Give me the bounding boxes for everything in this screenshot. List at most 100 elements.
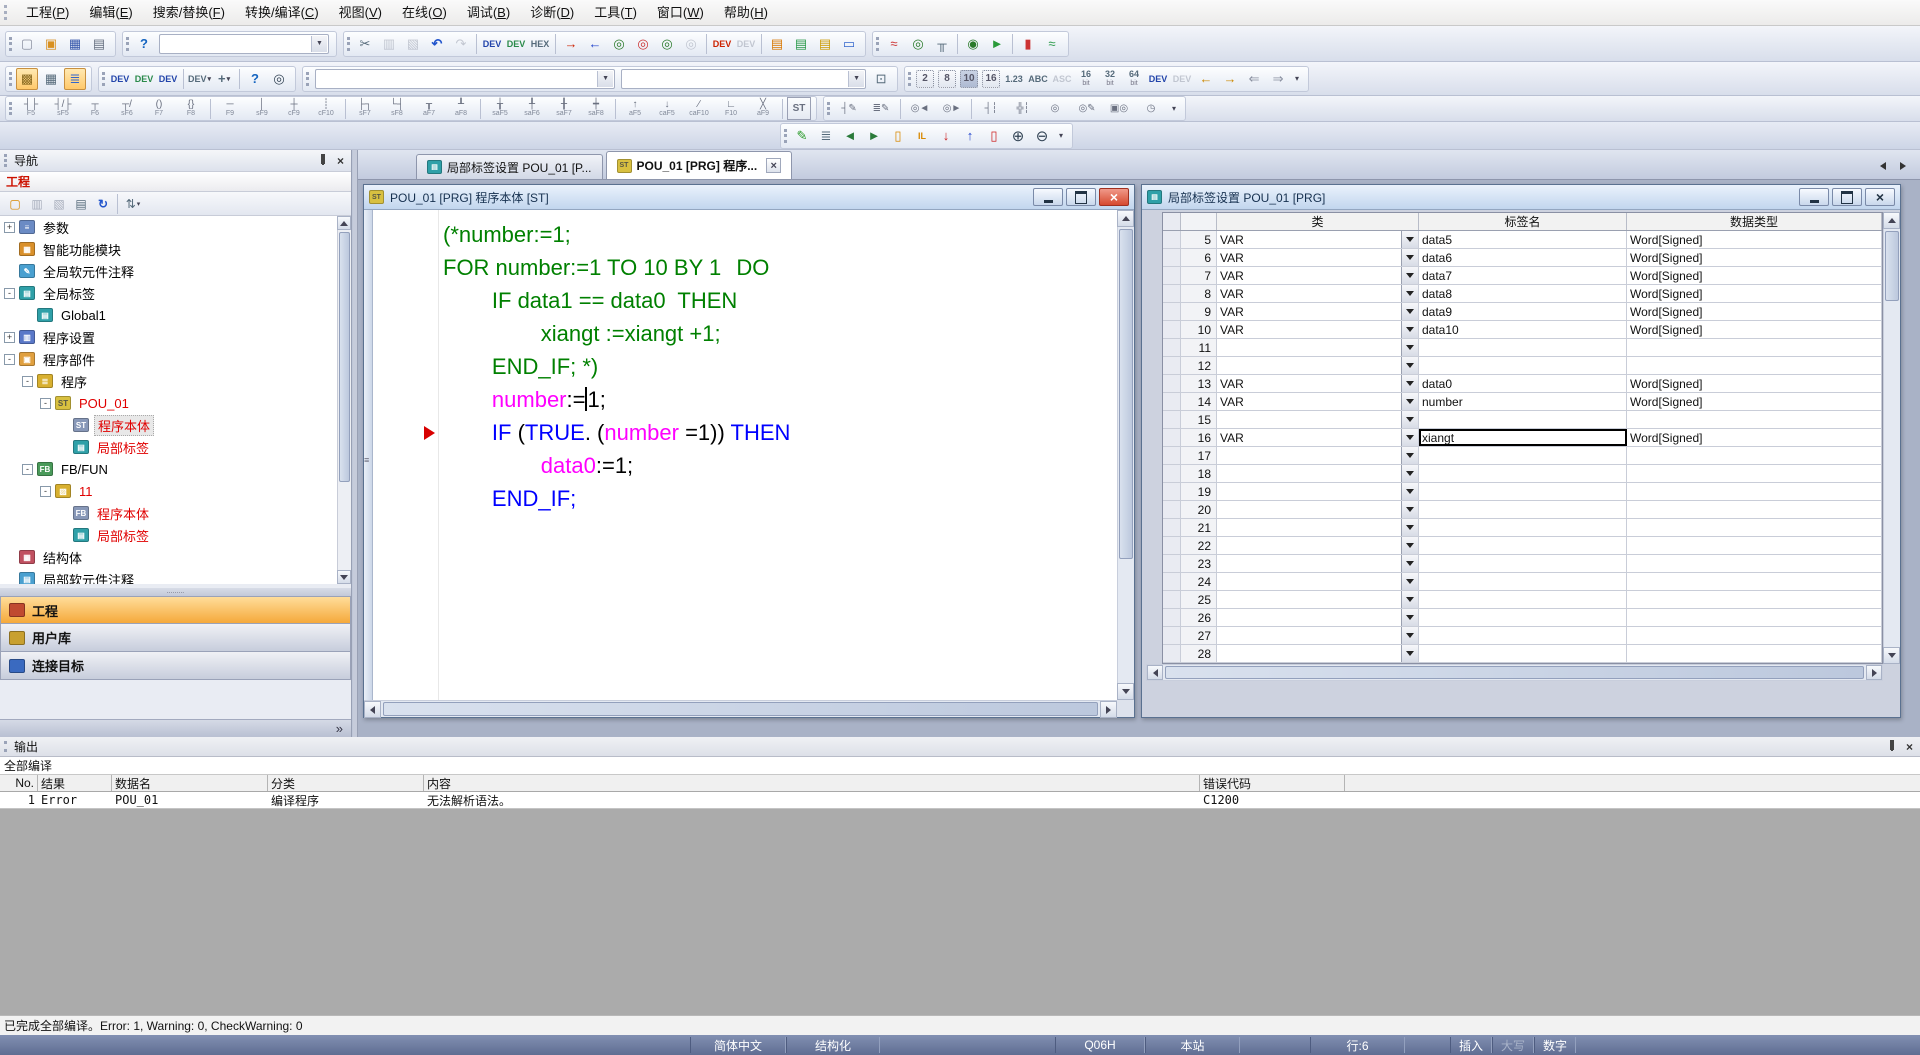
hexadecimal-display-icon[interactable]: 16 — [982, 70, 1000, 88]
class-cell[interactable]: VAR — [1217, 267, 1419, 284]
row-selector-cell[interactable] — [1163, 411, 1181, 428]
class-cell[interactable]: VAR — [1217, 429, 1419, 446]
label-name-cell[interactable]: data10 — [1419, 321, 1627, 338]
save-project-icon[interactable]: ▦ — [64, 33, 86, 55]
class-dropdown-icon[interactable] — [1401, 357, 1418, 374]
toolbar-options-icon[interactable]: ▾ — [1291, 68, 1303, 90]
tree-item[interactable]: ▤ Global1 — [0, 304, 338, 326]
quick-access-combo[interactable] — [159, 34, 329, 54]
data-type-cell[interactable]: Word[Signed] — [1627, 429, 1882, 446]
label-name-cell[interactable] — [1419, 555, 1627, 572]
row-number-cell[interactable]: 23 — [1181, 555, 1217, 572]
data-type-cell[interactable] — [1627, 609, 1882, 626]
class-dropdown-icon[interactable] — [1401, 447, 1418, 464]
tab-scroll-right-icon[interactable] — [1896, 159, 1910, 173]
device-off-icon[interactable]: DEV — [735, 33, 757, 55]
editor-vertical-scrollbar[interactable] — [1117, 210, 1134, 700]
row-selector-cell[interactable] — [1163, 573, 1181, 590]
label-name-cell[interactable] — [1419, 591, 1627, 608]
class-dropdown-icon[interactable] — [1401, 429, 1418, 446]
tree-item[interactable]: - ▤ 全局标签 — [0, 282, 338, 304]
st-code-area[interactable]: (*number:=1;FOR number:=1 TO 10 BY 1 DO … — [440, 210, 1117, 700]
menu-item[interactable]: 编辑(E) — [79, 2, 142, 24]
zoom-execute-icon[interactable]: ◉ — [962, 33, 984, 55]
tree-item[interactable]: + ▥ 程序设置 — [0, 326, 338, 348]
row-number-cell[interactable]: 27 — [1181, 627, 1217, 644]
tree-expander[interactable]: - — [40, 486, 51, 497]
data-type-cell[interactable]: Word[Signed] — [1627, 375, 1882, 392]
class-cell[interactable]: VAR — [1217, 285, 1419, 302]
data-type-cell[interactable]: Word[Signed] — [1627, 267, 1882, 284]
data-type-cell[interactable] — [1627, 573, 1882, 590]
navigation-window-toggle-icon[interactable]: ▩ — [16, 68, 38, 90]
class-dropdown-icon[interactable] — [1401, 375, 1418, 392]
data-type-cell[interactable]: Word[Signed] — [1627, 303, 1882, 320]
more-views-button[interactable]: » — [0, 719, 351, 737]
data-type-cell[interactable] — [1627, 357, 1882, 374]
st-inline-box-icon[interactable]: ST — [787, 97, 811, 120]
data-type-cell[interactable] — [1627, 411, 1882, 428]
read-from-plc-icon[interactable]: ← — [584, 33, 606, 55]
row-number-cell[interactable]: 14 — [1181, 393, 1217, 410]
pin-icon[interactable] — [315, 154, 330, 168]
write-to-plc-icon[interactable]: → — [560, 33, 582, 55]
check-waveform-icon[interactable]: ≈ — [1041, 33, 1063, 55]
paste-icon[interactable]: ▧ — [402, 33, 424, 55]
paste-data-icon[interactable]: ▧ — [49, 194, 69, 214]
scroll-right-icon[interactable] — [1100, 701, 1117, 718]
row-selector-cell[interactable] — [1163, 357, 1181, 374]
class-cell[interactable] — [1217, 645, 1419, 662]
label-name-cell[interactable] — [1419, 447, 1627, 464]
row-selector-cell[interactable] — [1163, 465, 1181, 482]
ascii-display-icon[interactable]: ASC — [1051, 68, 1073, 90]
class-dropdown-icon[interactable] — [1401, 393, 1418, 410]
view-selector-button[interactable]: 连接目标 — [0, 652, 351, 680]
refresh-document-icon[interactable]: ▤ — [790, 33, 812, 55]
data-type-cell[interactable] — [1627, 627, 1882, 644]
scroll-left-icon[interactable] — [364, 701, 381, 718]
tree-item[interactable]: ▦ 智能功能模块 — [0, 238, 338, 260]
label-name-cell[interactable] — [1419, 627, 1627, 644]
class-dropdown-icon[interactable] — [1401, 285, 1418, 302]
pulse-trace-icon[interactable]: ╥ — [931, 33, 953, 55]
label-name-cell[interactable] — [1419, 519, 1627, 536]
row-selector-cell[interactable] — [1163, 321, 1181, 338]
menu-item[interactable]: 工具(T) — [584, 2, 647, 24]
decimal-display-icon[interactable]: 10 — [960, 70, 978, 88]
find-next-window-icon[interactable]: ► — [863, 125, 885, 147]
row-selector-cell[interactable] — [1163, 303, 1181, 320]
print-icon[interactable]: ▤ — [88, 33, 110, 55]
class-column-header[interactable]: 类 — [1217, 213, 1419, 230]
copy-data-icon[interactable]: ▥ — [27, 194, 47, 214]
scroll-right-icon[interactable] — [1866, 665, 1882, 680]
module-configuration-icon[interactable]: ▦ — [40, 68, 62, 90]
label-name-cell[interactable] — [1419, 357, 1627, 374]
class-cell[interactable] — [1217, 609, 1419, 626]
pulse-close-contact-icon[interactable]: └┤sF8 — [382, 97, 412, 120]
close-icon[interactable] — [1099, 188, 1129, 206]
data-type-column-header[interactable]: 数据类型 — [1627, 213, 1882, 230]
data-type-cell[interactable] — [1627, 465, 1882, 482]
tree-item[interactable]: ✎ 全局软元件注释 — [0, 260, 338, 282]
pulse-contact-icon[interactable]: ├┐sF7 — [350, 97, 380, 120]
execute-monitor-icon[interactable]: ► — [986, 33, 1008, 55]
open-contact-icon[interactable]: ┤├F5 — [16, 97, 46, 120]
device-previous-icon[interactable]: ← — [1195, 68, 1217, 90]
change-history-icon[interactable]: ◷ — [1136, 97, 1166, 120]
delete-line-icon[interactable]: ╳aF9 — [748, 97, 778, 120]
label-name-cell[interactable]: data6 — [1419, 249, 1627, 266]
open-branch-icon[interactable]: ┬F6 — [80, 97, 110, 120]
tab-close-icon[interactable] — [766, 158, 781, 173]
open-project-icon[interactable]: ▣ — [40, 33, 62, 55]
tree-item[interactable]: ST 程序本体 — [0, 414, 338, 436]
row-number-cell[interactable]: 15 — [1181, 411, 1217, 428]
refresh-icon[interactable]: ↻ — [93, 194, 113, 214]
class-cell[interactable] — [1217, 555, 1419, 572]
rising-pulse-icon[interactable]: ↑aF5 — [620, 97, 650, 120]
tree-item[interactable]: ▤ 局部标签 — [0, 524, 338, 546]
device-test-icon[interactable]: ◎✎ — [1072, 97, 1102, 120]
clipboard-il-icon[interactable]: IL — [911, 125, 933, 147]
data-type-cell[interactable] — [1627, 447, 1882, 464]
class-cell[interactable] — [1217, 447, 1419, 464]
lock-icon[interactable]: ⊡ — [870, 68, 892, 90]
